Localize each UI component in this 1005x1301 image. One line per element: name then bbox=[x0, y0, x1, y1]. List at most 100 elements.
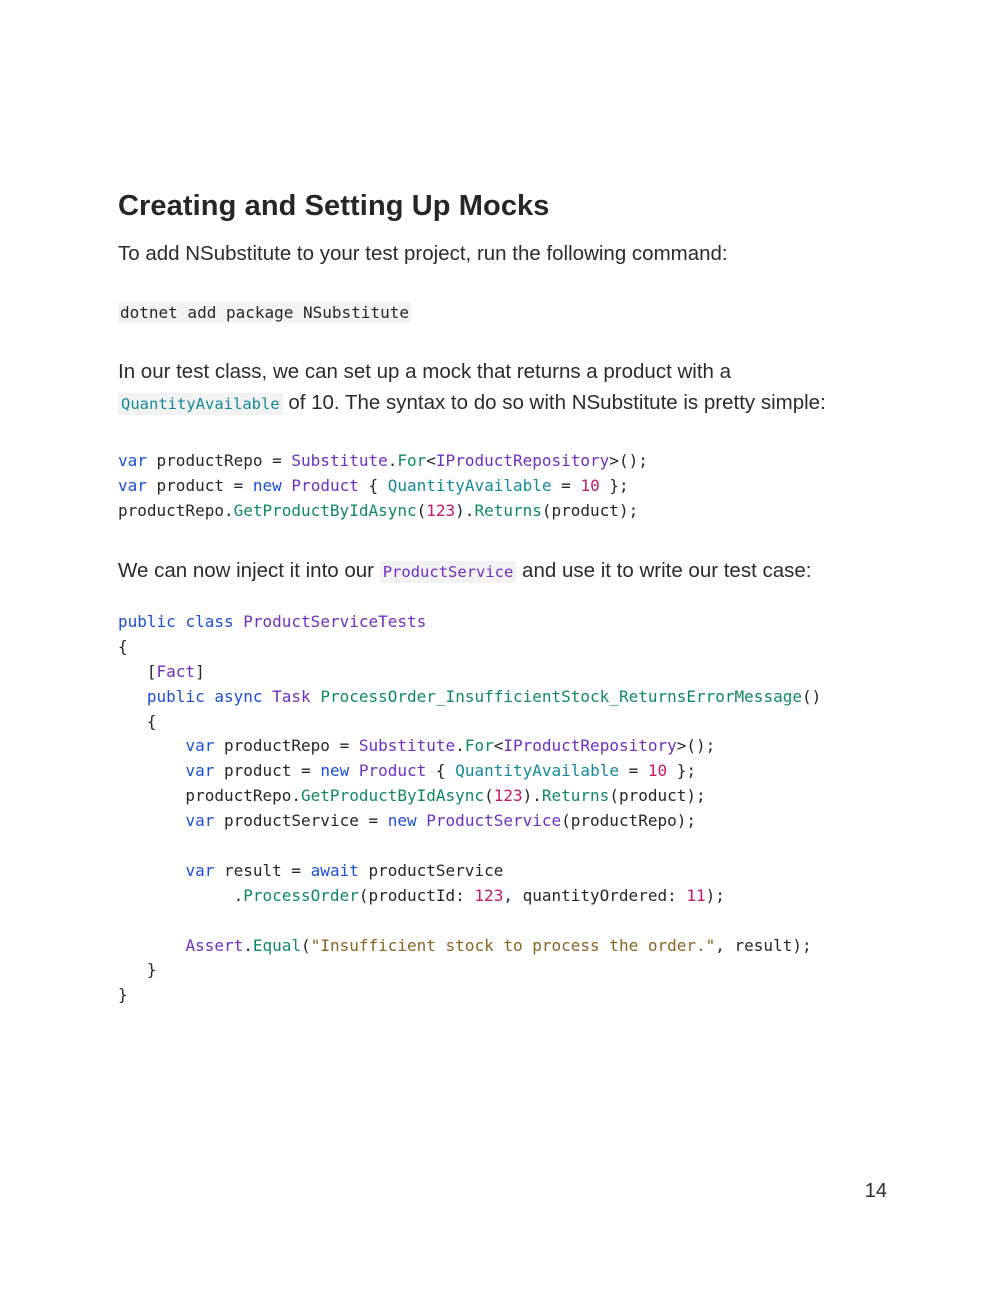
code-token: Equal bbox=[252, 935, 302, 955]
code-token: GetProductByIdAsync bbox=[233, 500, 417, 520]
code-token: }; bbox=[599, 475, 629, 495]
code-token: For bbox=[464, 736, 494, 756]
code-token: = bbox=[618, 761, 648, 781]
code-token: 123 bbox=[493, 786, 523, 806]
code-token: , quantityOrdered: bbox=[503, 885, 687, 905]
code-token: ); bbox=[705, 885, 725, 905]
code-token: (productId: bbox=[358, 885, 475, 905]
intro-paragraph: To add NSubstitute to your test project,… bbox=[118, 242, 728, 265]
code-token: Returns bbox=[474, 500, 542, 520]
code-line: var product = new Product { QuantityAvai… bbox=[118, 474, 648, 499]
code-token: ). bbox=[455, 500, 475, 520]
code-snippet-test-class: public class ProductServiceTests{ [Fact]… bbox=[118, 610, 821, 1008]
code-token: QuantityAvailable bbox=[387, 475, 552, 495]
code-token: { bbox=[358, 475, 388, 495]
code-token: ( bbox=[416, 500, 427, 520]
code-token: (productRepo); bbox=[561, 811, 696, 831]
code-token: Assert bbox=[185, 935, 244, 955]
code-token: [ bbox=[118, 661, 157, 681]
code-token: productRepo = bbox=[146, 451, 292, 470]
code-token: () bbox=[801, 686, 822, 706]
code-token: ( bbox=[484, 786, 494, 806]
code-token: ProductServiceTests bbox=[243, 612, 427, 631]
inline-code-product-service: ProductService bbox=[379, 561, 517, 583]
code-token: product = bbox=[146, 475, 253, 495]
code-token: Substitute bbox=[291, 451, 388, 470]
code-token: IProductRepository bbox=[503, 736, 677, 756]
code-token: result = bbox=[214, 860, 311, 880]
code-token: ProcessOrder_InsufficientStock_ReturnsEr… bbox=[320, 686, 802, 706]
code-token: IProductRepository bbox=[435, 451, 610, 470]
code-line: var result = await productService bbox=[118, 859, 821, 884]
code-token: class bbox=[185, 612, 234, 631]
code-token: new bbox=[320, 761, 350, 781]
code-token: 10 bbox=[647, 761, 668, 781]
code-token: . bbox=[387, 451, 398, 470]
install-command: dotnet add package NSubstitute bbox=[118, 302, 411, 323]
code-line: public async Task ProcessOrder_Insuffici… bbox=[118, 685, 821, 710]
code-line: productRepo.GetProductByIdAsync(123).Ret… bbox=[118, 784, 821, 809]
code-token: var bbox=[185, 761, 215, 781]
code-token: QuantityAvailable bbox=[455, 761, 619, 781]
code-line: var productRepo = Substitute.For<IProduc… bbox=[118, 734, 821, 759]
code-token: } bbox=[118, 960, 157, 980]
document-page: Creating and Setting Up Mocks To add NSu… bbox=[0, 0, 1005, 1301]
code-token: >(); bbox=[676, 736, 716, 756]
code-token: ProductService bbox=[426, 811, 562, 831]
code-token: var bbox=[185, 736, 215, 756]
code-token: { bbox=[118, 711, 157, 731]
mock-paragraph-text-1: In our test class, we can set up a mock … bbox=[118, 360, 732, 383]
inject-paragraph-text-2: and use it to write our test case: bbox=[516, 559, 812, 582]
code-token: new bbox=[387, 811, 417, 831]
code-token: < bbox=[493, 736, 504, 756]
code-token: { bbox=[118, 636, 128, 656]
code-token: For bbox=[397, 451, 427, 470]
code-line: productRepo.GetProductByIdAsync(123).Ret… bbox=[118, 499, 648, 524]
code-line: } bbox=[118, 958, 821, 983]
mock-paragraph: In our test class, we can set up a mock … bbox=[118, 356, 898, 420]
code-token: async bbox=[214, 686, 263, 706]
page-number: 14 bbox=[864, 1180, 887, 1202]
code-token: Task bbox=[272, 686, 311, 706]
code-token: 10 bbox=[580, 475, 600, 495]
code-snippet-mock-setup: var productRepo = Substitute.For<IProduc… bbox=[118, 449, 648, 524]
code-line: Assert.Equal("Insufficient stock to proc… bbox=[118, 934, 821, 959]
code-token: . bbox=[455, 736, 465, 756]
code-token: 123 bbox=[474, 885, 504, 905]
section-heading: Creating and Setting Up Mocks bbox=[118, 190, 550, 222]
code-token: public bbox=[146, 686, 205, 706]
code-token: ( bbox=[301, 935, 311, 955]
code-token: >(); bbox=[609, 451, 648, 470]
code-token: var bbox=[185, 860, 215, 880]
code-line: var productRepo = Substitute.For<IProduc… bbox=[118, 449, 648, 474]
code-line: var product = new Product { QuantityAvai… bbox=[118, 759, 821, 784]
code-token: GetProductByIdAsync bbox=[301, 786, 485, 806]
code-token: public bbox=[118, 612, 176, 631]
code-token: var bbox=[118, 451, 147, 470]
code-token: 11 bbox=[686, 885, 706, 905]
code-token: productService bbox=[358, 860, 504, 880]
code-line: { bbox=[118, 635, 821, 660]
code-token: var bbox=[118, 475, 147, 495]
code-token: { bbox=[426, 761, 456, 781]
code-line: .ProcessOrder(productId: 123, quantityOr… bbox=[118, 884, 821, 909]
code-token: 123 bbox=[426, 500, 456, 520]
inject-paragraph-text-1: We can now inject it into our bbox=[118, 559, 380, 582]
code-token: Substitute bbox=[358, 736, 456, 756]
code-token: "Insufficient stock to process the order… bbox=[310, 935, 716, 955]
code-token: ] bbox=[195, 661, 205, 681]
code-token: Product bbox=[358, 761, 427, 781]
code-token: . bbox=[118, 885, 244, 905]
